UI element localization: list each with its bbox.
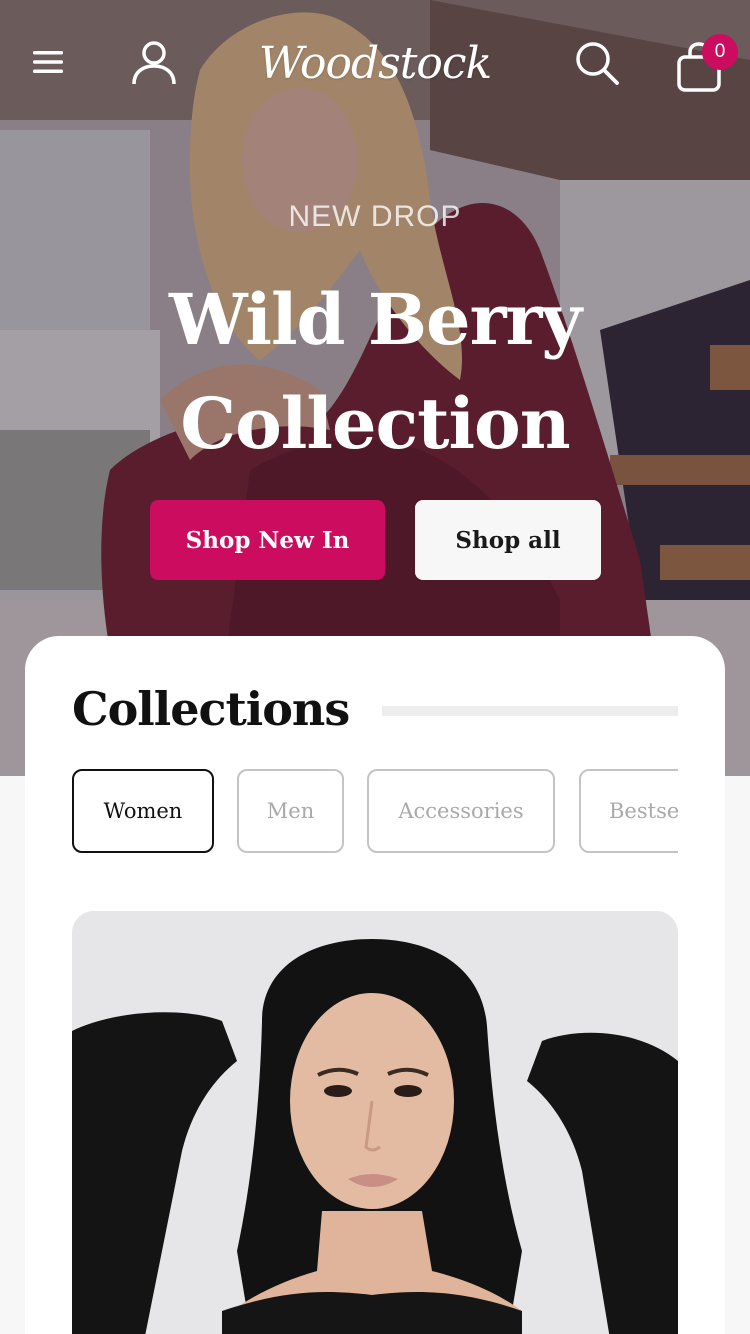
title-divider: [382, 706, 678, 716]
search-button[interactable]: [568, 34, 626, 92]
hero-eyebrow: NEW DROP: [288, 200, 462, 233]
tab-men[interactable]: Men: [237, 769, 344, 853]
cart-button[interactable]: 0: [672, 32, 740, 94]
collections-section: Collections Women Men Accessories Bestse…: [25, 636, 725, 1334]
account-button[interactable]: [126, 34, 182, 90]
model-photo: [72, 911, 678, 1334]
hero-title-line-2: Collection: [180, 382, 570, 465]
top-navigation: Woodstock 0: [0, 0, 750, 126]
shop-new-in-button[interactable]: Shop New In: [150, 500, 385, 580]
hero-title: Wild Berry Collection: [0, 268, 750, 476]
menu-button[interactable]: [22, 36, 74, 88]
tab-women[interactable]: Women: [72, 769, 214, 853]
collection-image[interactable]: [72, 911, 678, 1334]
cart-count-badge: 0: [702, 34, 738, 70]
search-icon: [576, 42, 619, 85]
tab-bestsellers[interactable]: Bestsellers: [579, 769, 678, 853]
menu-icon: [33, 51, 63, 73]
collection-tabs: Women Men Accessories Bestsellers: [72, 769, 678, 853]
shop-all-button[interactable]: Shop all: [415, 500, 601, 580]
tab-accessories[interactable]: Accessories: [367, 769, 555, 853]
user-icon: [132, 41, 176, 85]
hero-title-line-1: Wild Berry: [168, 278, 582, 361]
brand-logo[interactable]: Woodstock: [250, 28, 500, 98]
collections-title: Collections: [72, 682, 350, 736]
